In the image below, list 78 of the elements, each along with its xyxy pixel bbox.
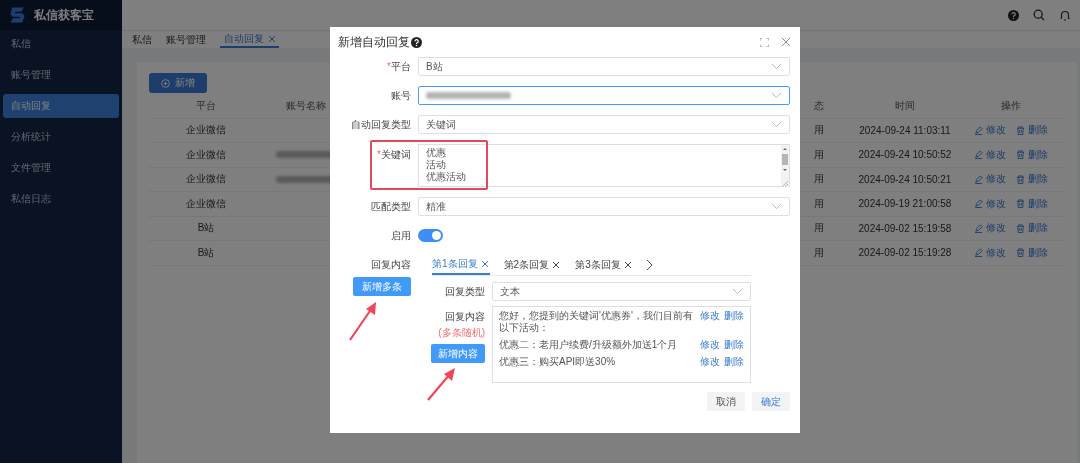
delete-link[interactable]: 删除 [1016, 147, 1048, 162]
sidebar-item[interactable]: 私信日志 [3, 187, 119, 211]
page-tab[interactable]: 自动回复 [220, 31, 279, 48]
delete-link[interactable]: 删除 [724, 310, 744, 322]
column-header: 账号名称 [286, 98, 326, 113]
edit-link[interactable]: 修改 [974, 245, 1006, 260]
column-header: 态 [814, 98, 824, 113]
table-cell: B站 [197, 245, 215, 260]
select-field[interactable]: 文本 [492, 282, 751, 301]
edit-link[interactable]: 修改 [700, 339, 720, 351]
table-cell: 2024-09-02 15:19:28 [858, 247, 952, 259]
table-cell: 用 [814, 245, 824, 260]
sidebar-item[interactable]: 自动回复 [3, 94, 119, 118]
sidebar-item[interactable]: 账号管理 [3, 63, 119, 87]
delete-link[interactable]: 删除 [1016, 172, 1048, 187]
edit-link[interactable]: 修改 [974, 172, 1006, 187]
dialog-title: 新增自动回复 [338, 33, 410, 51]
table-cell: 企业微信 [186, 147, 226, 162]
table-cell: 2024-09-02 15:19:58 [858, 222, 952, 234]
table-cell: 用 [814, 172, 824, 187]
select-field[interactable]: 关键词 [418, 115, 790, 134]
delete-link[interactable]: 删除 [724, 339, 744, 351]
edit-link[interactable]: 修改 [700, 356, 720, 368]
reply-item-text: 优惠二：老用户续费/升级额外加送1个月 [499, 339, 679, 351]
keyword-field[interactable]: 优惠 活动 优惠活动 [418, 144, 790, 187]
table-cell: 用 [814, 123, 824, 138]
page-tab[interactable]: 私信 [132, 31, 152, 48]
edit-link[interactable]: 修改 [974, 196, 1006, 211]
edit-link[interactable]: 修改 [974, 147, 1006, 162]
edit-link[interactable]: 修改 [974, 221, 1006, 236]
table-cell: B站 [197, 221, 215, 236]
column-header: 平台 [196, 98, 216, 113]
field-label: 回复内容 [371, 258, 411, 272]
edit-link[interactable]: 修改 [700, 310, 720, 322]
table-cell: 企业微信 [186, 172, 226, 187]
reply-item-text: 优惠三：购买API即送30% [499, 356, 617, 368]
table-cell: 2024-09-24 10:50:52 [858, 149, 952, 161]
add-content-button[interactable]: 新增内容 [431, 344, 485, 363]
field-label: *平台 [386, 59, 411, 74]
delete-link[interactable]: 删除 [1016, 245, 1048, 260]
add-multiple-button[interactable]: 新增多条 [353, 277, 411, 296]
field-label: 匹配类型 [370, 199, 411, 214]
delete-link[interactable]: 删除 [1016, 221, 1048, 236]
select-field[interactable]: B站 [418, 57, 790, 76]
sidebar-item[interactable]: 文件管理 [3, 156, 119, 180]
hint-text: (多条随机) [438, 326, 485, 340]
field-label: 账号 [390, 88, 411, 103]
delete-link[interactable]: 删除 [1016, 196, 1048, 211]
field-label: 自动回复类型 [350, 117, 411, 132]
table-cell: 用 [814, 196, 824, 211]
table-cell: 用 [814, 221, 824, 236]
reply-item-text: 您好，您提到的关键词'优惠券'，我们目前有以下活动： [499, 310, 694, 334]
reply-tab[interactable]: 第1条回复 [432, 255, 490, 275]
app-name: 私信获客宝 [34, 6, 94, 24]
table-cell: 2024-09-19 21:00:58 [858, 198, 952, 210]
edit-link[interactable]: 修改 [974, 123, 1006, 138]
table-cell: 2024-09-24 11:03:11 [859, 124, 951, 136]
field-label: 回复内容 [445, 310, 485, 324]
column-header: 时间 [895, 98, 915, 113]
table-cell: 2024-09-24 10:50:21 [858, 173, 952, 185]
table-cell: 用 [814, 147, 824, 162]
cancel-button[interactable]: 取消 [707, 392, 745, 411]
delete-link[interactable]: 删除 [1016, 123, 1048, 138]
page-tab[interactable]: 账号管理 [166, 31, 206, 48]
column-header: 操作 [1001, 98, 1021, 113]
field-label: 启用 [390, 228, 411, 243]
sidebar-item[interactable]: 私信 [3, 32, 119, 56]
sidebar-item[interactable]: 分析统计 [3, 125, 119, 149]
field-label: 回复类型 [444, 284, 485, 299]
add-button[interactable]: 新增 [149, 73, 207, 93]
table-cell: 企业微信 [186, 123, 226, 138]
field-label: *关键词 [376, 148, 411, 162]
delete-link[interactable]: 删除 [724, 356, 744, 368]
select-field[interactable]: 精准 [418, 197, 790, 216]
confirm-button[interactable]: 确定 [752, 392, 790, 411]
table-cell: 企业微信 [186, 196, 226, 211]
reply-tab[interactable]: 第2条回复 [503, 255, 562, 275]
reply-tab[interactable]: 第3条回复 [575, 255, 633, 275]
